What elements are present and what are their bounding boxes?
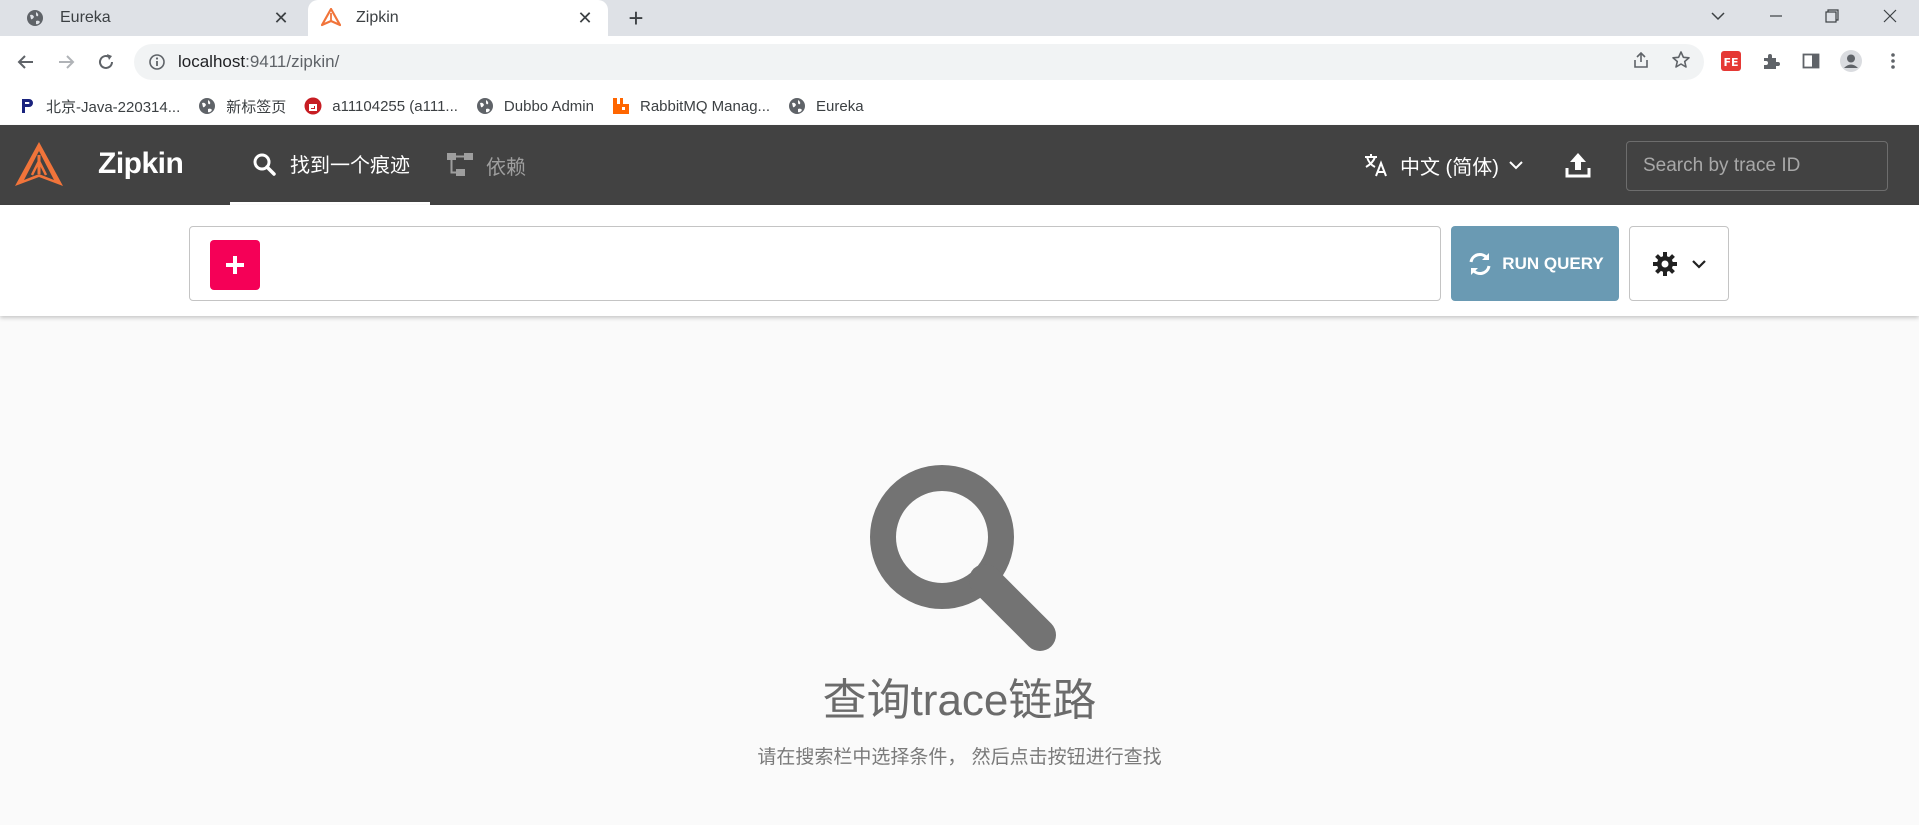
browser-tab-eureka[interactable]: Eureka ✕ <box>12 0 304 36</box>
settings-dropdown-button[interactable] <box>1629 226 1729 301</box>
tab-label: 依赖 <box>486 156 526 179</box>
address-bar[interactable]: localhost:9411/zipkin/ <box>134 44 1704 80</box>
bookmarks-bar: 北京-Java-220314... 新标签页 a11104255 (a111..… <box>0 88 1919 124</box>
query-criteria-input[interactable] <box>189 226 1441 301</box>
chevron-down-icon <box>1692 259 1706 269</box>
trace-id-search-input[interactable] <box>1626 141 1888 191</box>
translate-icon <box>1362 151 1390 179</box>
globe-icon <box>476 97 494 115</box>
chevron-down-icon <box>1509 160 1529 170</box>
run-query-button[interactable]: RUN QUERY <box>1451 226 1619 301</box>
fe-extension-icon[interactable]: FE <box>1718 48 1744 74</box>
bookmark-label: a11104255 (a111... <box>332 97 458 115</box>
reload-icon[interactable] <box>92 48 120 76</box>
search-icon <box>250 150 278 178</box>
language-selector[interactable]: 中文 (简体) <box>1362 149 1529 181</box>
tab-label: 找到一个痕迹 <box>290 155 410 177</box>
globe-icon <box>788 97 806 115</box>
bookmark-item[interactable]: a11104255 (a111... <box>304 97 458 115</box>
bookmark-item[interactable]: 北京-Java-220314... <box>18 96 180 117</box>
bookmark-item[interactable]: 新标签页 <box>198 96 286 117</box>
browser-tab-bar: Eureka ✕ Zipkin ✕ + <box>0 0 1919 36</box>
globe-icon <box>198 97 216 115</box>
language-label: 中文 (简体) <box>1400 156 1499 179</box>
browser-toolbar: localhost:9411/zipkin/ FE <box>0 36 1919 88</box>
app-header: Zipkin 找到一个痕迹 依赖 中文 (简体) <box>0 125 1919 205</box>
close-window-icon[interactable] <box>1870 0 1910 32</box>
bookmark-item[interactable]: Dubbo Admin <box>476 97 594 115</box>
bookmark-star-icon[interactable] <box>1666 45 1696 75</box>
back-icon[interactable] <box>12 48 40 76</box>
bookmark-label: Dubbo Admin <box>503 97 594 115</box>
profile-avatar-icon[interactable] <box>1838 48 1864 74</box>
browser-tab-zipkin[interactable]: Zipkin ✕ <box>308 0 608 36</box>
gitee-icon <box>304 97 322 115</box>
restore-icon[interactable] <box>1812 0 1852 32</box>
gear-icon <box>1652 251 1678 277</box>
url-host: localhost <box>178 52 246 71</box>
bookmark-item[interactable]: RabbitMQ Manag... <box>612 97 770 115</box>
info-icon[interactable] <box>148 53 166 71</box>
tab-search-icon[interactable] <box>1698 0 1738 32</box>
tab-title: Eureka <box>60 9 111 26</box>
url-path: :9411/zipkin/ <box>245 52 340 71</box>
minimize-icon[interactable] <box>1756 0 1796 32</box>
plus-icon <box>226 256 244 274</box>
globe-icon <box>24 7 46 29</box>
bookmark-label: RabbitMQ Manag... <box>639 97 771 115</box>
p-icon <box>18 97 36 115</box>
more-menu-icon[interactable] <box>1880 48 1906 74</box>
close-icon[interactable]: ✕ <box>574 7 596 29</box>
run-query-label: RUN QUERY <box>1502 253 1604 273</box>
dependencies-icon <box>446 151 474 179</box>
forward-icon[interactable] <box>52 48 80 76</box>
empty-state-title: 查询trace链路 <box>822 676 1097 725</box>
new-tab-button[interactable]: + <box>622 3 650 33</box>
svg-text:FE: FE <box>1723 56 1738 69</box>
upload-icon[interactable] <box>1562 149 1594 181</box>
empty-state-subtitle: 请在搜索栏中选择条件， 然后点击按钮进行查找 <box>757 747 1162 768</box>
zipkin-icon <box>320 7 342 29</box>
side-panel-icon[interactable] <box>1798 48 1824 74</box>
bookmark-label: Eureka <box>816 97 864 115</box>
add-criteria-button[interactable] <box>210 240 260 290</box>
brand-name[interactable]: Zipkin <box>98 147 184 181</box>
zipkin-logo-icon[interactable] <box>12 139 66 193</box>
search-icon <box>860 455 1060 655</box>
bookmark-label: 新标签页 <box>226 98 287 116</box>
refresh-icon <box>1466 250 1494 278</box>
url-text: localhost:9411/zipkin/ <box>178 52 339 72</box>
close-icon[interactable]: ✕ <box>270 7 292 29</box>
tab-find-trace[interactable]: 找到一个痕迹 <box>230 125 430 205</box>
extensions-puzzle-icon[interactable] <box>1758 48 1784 74</box>
bookmark-label: 北京-Java-220314... <box>46 98 181 116</box>
share-icon[interactable] <box>1626 45 1656 75</box>
rabbitmq-icon <box>612 97 630 115</box>
tab-dependencies[interactable]: 依赖 <box>446 125 526 205</box>
query-bar: RUN QUERY <box>0 205 1919 316</box>
bookmark-item[interactable]: Eureka <box>788 97 864 115</box>
tab-title: Zipkin <box>356 9 399 26</box>
